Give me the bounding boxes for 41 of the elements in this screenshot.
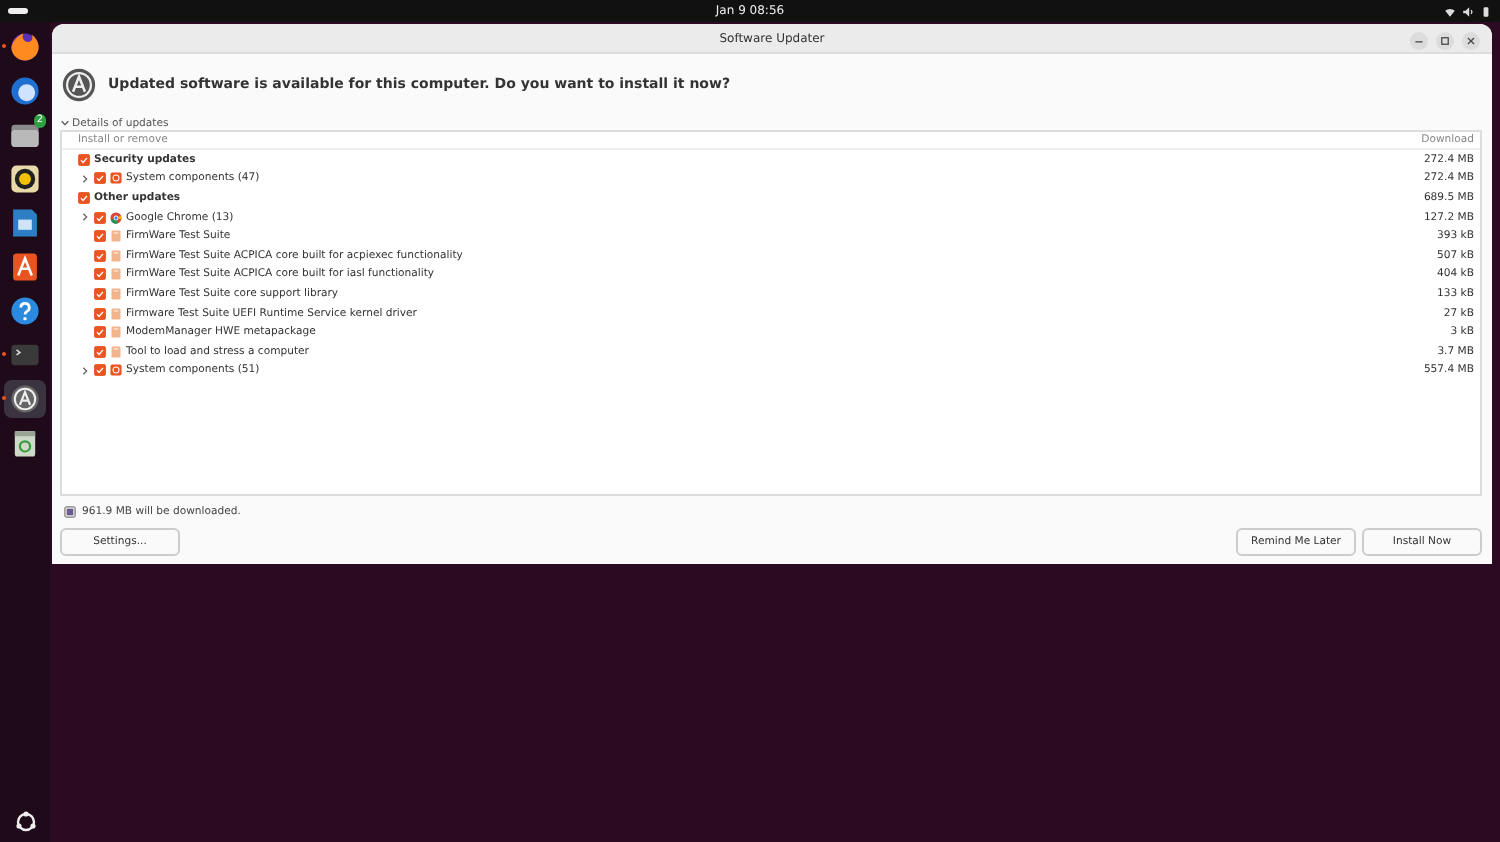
checkbox[interactable] <box>94 268 106 281</box>
expander-icon[interactable] <box>80 173 90 184</box>
document-icon[interactable] <box>8 206 42 240</box>
checkbox[interactable] <box>94 345 106 358</box>
updater-icon <box>62 67 96 101</box>
checkbox[interactable] <box>94 307 106 320</box>
expander-icon[interactable] <box>80 365 90 376</box>
checkbox[interactable] <box>94 172 106 185</box>
mail-app-icon[interactable] <box>8 74 42 108</box>
expander-icon[interactable] <box>80 212 90 223</box>
activities-indicator[interactable] <box>8 8 28 14</box>
store-icon[interactable] <box>8 250 42 284</box>
help-icon[interactable] <box>8 294 42 328</box>
wifi-icon[interactable] <box>1443 5 1456 17</box>
battery-icon[interactable] <box>1479 5 1492 17</box>
system-package-icon <box>110 172 122 185</box>
checkbox[interactable] <box>94 249 106 262</box>
checkbox[interactable] <box>94 211 106 224</box>
package-icon <box>110 249 122 262</box>
checkbox[interactable] <box>78 191 90 204</box>
ubuntu-logo-icon[interactable] <box>13 810 37 834</box>
minimize-icon[interactable] <box>1410 32 1428 50</box>
system-package-icon <box>110 364 122 377</box>
checkbox[interactable] <box>94 230 106 243</box>
checkbox[interactable] <box>94 326 106 339</box>
maximize-icon[interactable] <box>1436 32 1454 50</box>
checkbox[interactable] <box>78 153 90 166</box>
checkbox[interactable] <box>94 364 106 377</box>
speaker-icon[interactable] <box>8 162 42 196</box>
package-icon <box>110 307 122 320</box>
close-icon[interactable] <box>1462 32 1480 50</box>
package-icon <box>64 506 76 518</box>
package-icon <box>110 326 122 339</box>
checkbox[interactable] <box>94 287 106 300</box>
package-icon <box>110 345 122 358</box>
package-icon <box>110 230 122 243</box>
package-icon <box>110 287 122 300</box>
browser-icon <box>110 211 122 224</box>
firefox-icon[interactable] <box>8 30 42 64</box>
volume-icon[interactable] <box>1461 5 1474 17</box>
package-icon <box>110 268 122 281</box>
